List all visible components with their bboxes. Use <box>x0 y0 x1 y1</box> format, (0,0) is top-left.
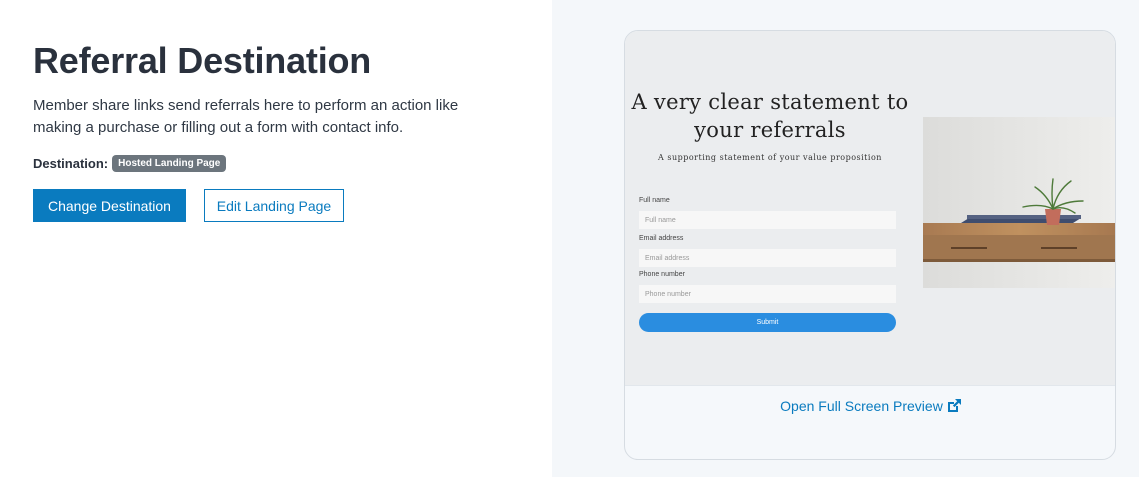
preview-phone-input: Phone number <box>639 285 896 303</box>
preview-field-label: Email address <box>639 235 684 242</box>
preview-full-name-input: Full name <box>639 211 896 229</box>
preview-footer: Open Full Screen Preview <box>625 385 1115 459</box>
preview-panel: A very clear statement to your referrals… <box>552 0 1139 477</box>
preview-subtitle: A supporting statement of your value pro… <box>658 153 882 162</box>
destination-badge: Hosted Landing Page <box>112 155 227 172</box>
preview-submit-button: Submit <box>639 313 896 332</box>
preview-field-label: Full name <box>639 197 670 204</box>
full-screen-link-label: Open Full Screen Preview <box>780 398 943 414</box>
open-full-screen-preview-link[interactable]: Open Full Screen Preview <box>625 398 1115 414</box>
preview-field-label: Phone number <box>639 271 685 278</box>
preview-card: A very clear statement to your referrals… <box>624 30 1116 460</box>
destination-label: Destination: <box>33 156 109 171</box>
external-link-icon <box>947 399 961 412</box>
edit-landing-page-button[interactable]: Edit Landing Page <box>204 189 344 222</box>
preview-hero-image <box>923 117 1115 288</box>
page-title: Referral Destination <box>33 40 372 81</box>
landing-page-preview: A very clear statement to your referrals… <box>625 31 1115 385</box>
preview-email-input: Email address <box>639 249 896 267</box>
destination-row: Destination: Hosted Landing Page <box>33 155 227 172</box>
settings-panel: Referral Destination Member share links … <box>0 0 552 477</box>
preview-title: A very clear statement to your referrals <box>631 90 909 142</box>
change-destination-button[interactable]: Change Destination <box>33 189 186 222</box>
page-description: Member share links send referrals here t… <box>33 97 459 136</box>
